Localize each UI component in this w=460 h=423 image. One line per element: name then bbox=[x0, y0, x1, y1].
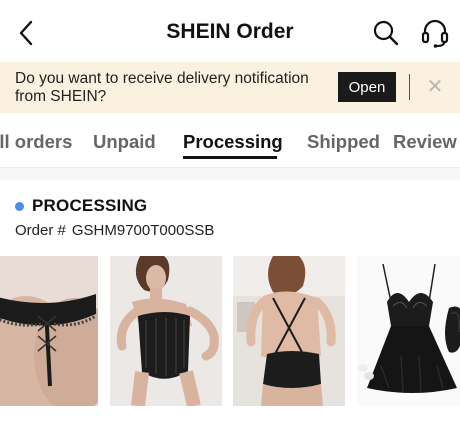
order-card[interactable]: PROCESSING Order # GSHM9700T000SSB bbox=[0, 180, 460, 423]
close-banner-button[interactable]: ✕ bbox=[425, 76, 445, 98]
open-notifications-button[interactable]: Open bbox=[338, 72, 396, 102]
tab-unpaid[interactable]: Unpaid bbox=[93, 131, 156, 153]
product-thumbnail[interactable] bbox=[233, 256, 345, 406]
order-number-line: Order # GSHM9700T000SSB bbox=[15, 222, 214, 239]
top-bar: SHEIN Order bbox=[0, 0, 460, 62]
order-status: PROCESSING bbox=[32, 196, 148, 215]
lace-babydoll-product-icon bbox=[357, 256, 460, 406]
lace-bodysuit-back-product-icon bbox=[233, 256, 345, 406]
lace-thong-product-icon bbox=[0, 256, 98, 406]
search-icon bbox=[373, 20, 399, 46]
notification-banner: Do you want to receive delivery notifica… bbox=[0, 62, 460, 113]
headset-icon bbox=[421, 19, 449, 48]
tab-review[interactable]: Review bbox=[393, 131, 457, 153]
product-thumbnail[interactable] bbox=[357, 256, 460, 406]
order-status-tabs: All orders Unpaid Processing Shipped Rev… bbox=[0, 113, 460, 168]
tab-all-orders[interactable]: All orders bbox=[0, 131, 72, 153]
tab-processing[interactable]: Processing bbox=[183, 131, 283, 153]
order-number-label: Order # bbox=[15, 222, 66, 239]
banner-divider bbox=[409, 74, 410, 100]
product-thumbnail[interactable] bbox=[110, 256, 222, 406]
active-tab-indicator bbox=[183, 156, 277, 159]
search-button[interactable] bbox=[372, 19, 400, 47]
product-thumbnail[interactable] bbox=[0, 256, 98, 406]
status-dot bbox=[15, 202, 24, 211]
customer-service-button[interactable] bbox=[420, 17, 450, 49]
tab-shipped[interactable]: Shipped bbox=[307, 131, 380, 153]
notification-text: Do you want to receive delivery notifica… bbox=[15, 70, 309, 105]
order-number: GSHM9700T000SSB bbox=[71, 222, 215, 239]
lace-corset-bodysuit-product-icon bbox=[110, 256, 222, 406]
